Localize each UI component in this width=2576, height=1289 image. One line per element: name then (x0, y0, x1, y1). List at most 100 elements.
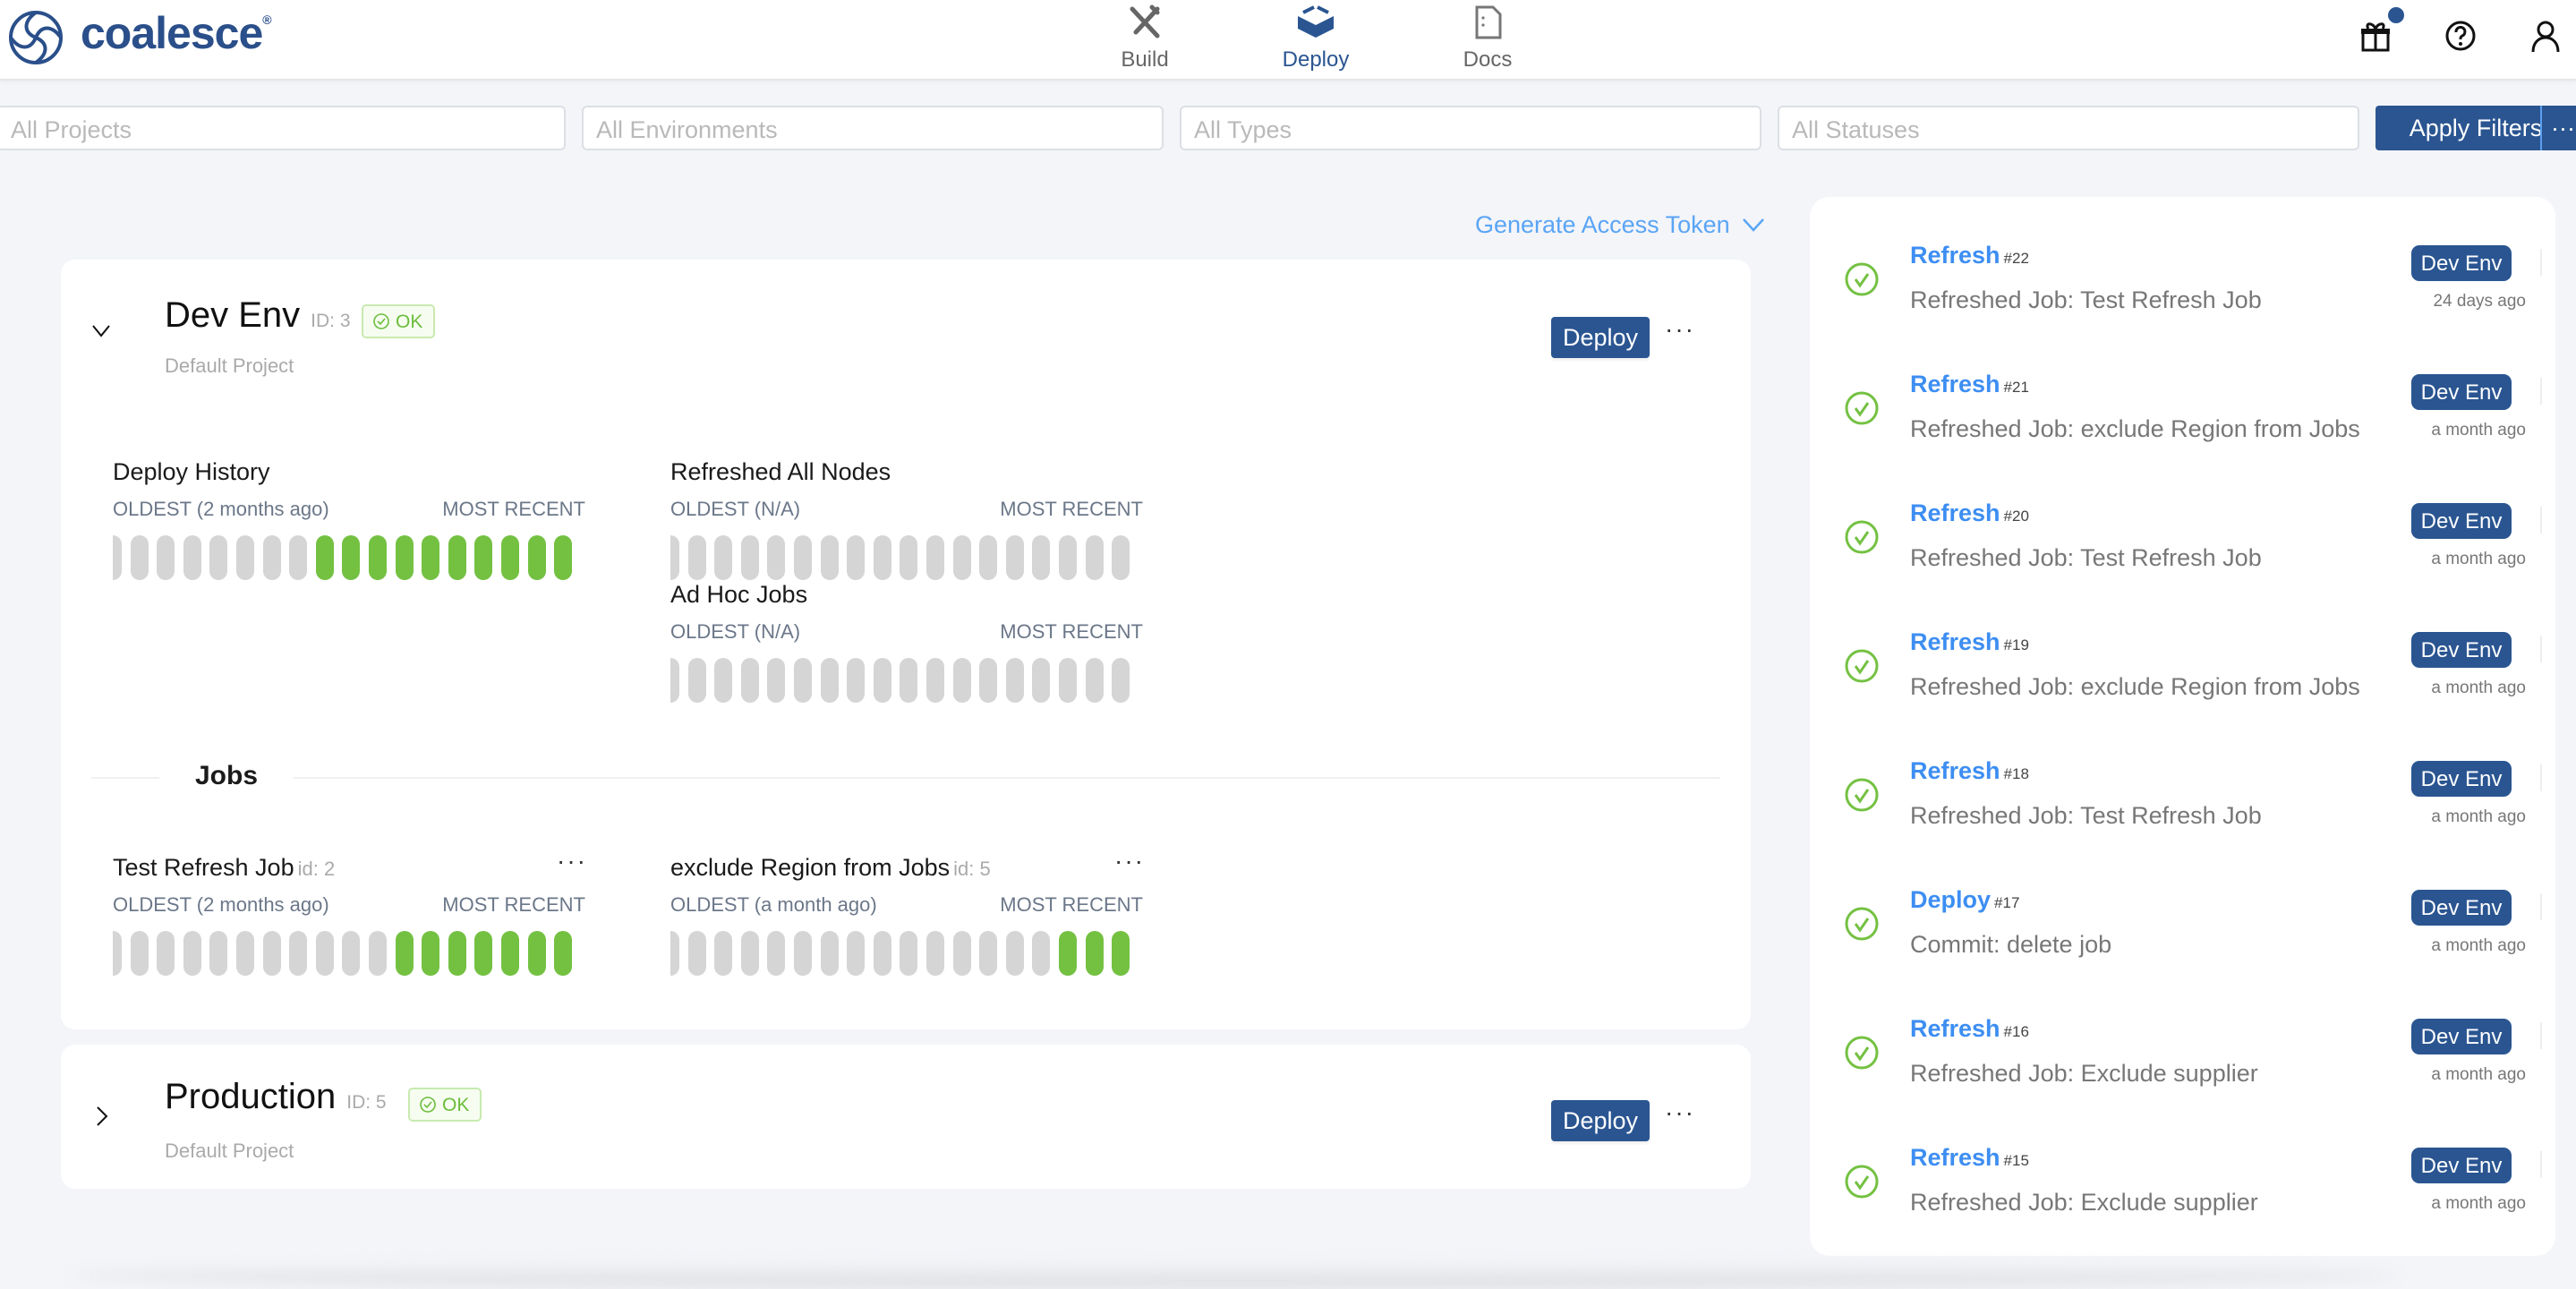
history-bar-none[interactable] (714, 658, 733, 703)
history-bar-success[interactable] (369, 535, 387, 580)
history-bar-success[interactable] (554, 931, 573, 976)
job-options-button[interactable]: ··· (557, 849, 587, 874)
history-bar-none[interactable] (740, 535, 759, 580)
history-bar-none[interactable] (873, 931, 891, 976)
history-bar-none[interactable] (820, 931, 839, 976)
history-bar-none[interactable] (926, 535, 944, 580)
history-bar-success[interactable] (501, 931, 519, 976)
apply-filters-button[interactable]: Apply Filters ··· (2376, 106, 2576, 150)
generate-access-token-button[interactable]: Generate Access Token (1475, 211, 1765, 239)
history-bar-none[interactable] (1005, 535, 1024, 580)
activity-item[interactable]: Refresh #22 Refreshed Job: Test Refresh J… (1810, 204, 2555, 333)
history-bar-none[interactable] (847, 658, 866, 703)
nav-docs[interactable]: Docs (1434, 4, 1541, 73)
activity-title[interactable]: Deploy #17 (1910, 886, 2019, 914)
history-bar-none[interactable] (209, 535, 228, 580)
activity-item[interactable]: Refresh #16 Refreshed Job: Exclude suppli… (1810, 977, 2555, 1106)
history-bar-none[interactable] (740, 658, 759, 703)
history-bar-none[interactable] (670, 535, 679, 580)
history-bar-none[interactable] (1112, 658, 1130, 703)
help-icon[interactable] (2443, 18, 2478, 54)
history-bar-success[interactable] (342, 535, 361, 580)
activity-item[interactable]: Refresh #18 Refreshed Job: Test Refresh J… (1810, 720, 2555, 849)
history-bar-none[interactable] (1085, 535, 1104, 580)
activity-title[interactable]: Refresh #18 (1910, 757, 2029, 785)
history-bar-none[interactable] (113, 931, 122, 976)
history-bar-none[interactable] (767, 931, 786, 976)
chevron-right-icon[interactable] (95, 1105, 109, 1127)
history-bar-none[interactable] (687, 931, 706, 976)
history-bar-none[interactable] (183, 535, 201, 580)
history-bar-success[interactable] (474, 931, 493, 976)
deploy-button[interactable]: Deploy (1551, 317, 1650, 358)
history-bar-none[interactable] (952, 658, 971, 703)
history-bar-none[interactable] (1005, 658, 1024, 703)
history-bar-none[interactable] (157, 931, 175, 976)
history-bar-success[interactable] (554, 535, 573, 580)
history-bar-none[interactable] (113, 535, 122, 580)
history-bar-success[interactable] (1059, 931, 1077, 976)
activity-item[interactable]: Refresh #21 Refreshed Job: exclude Region… (1810, 333, 2555, 462)
activity-title[interactable]: Refresh #16 (1910, 1015, 2029, 1043)
history-bar-none[interactable] (289, 931, 308, 976)
deploy-button[interactable]: Deploy (1551, 1100, 1650, 1141)
job-options-button[interactable]: ··· (1114, 849, 1145, 874)
projects-filter[interactable]: All Projects (0, 106, 566, 150)
history-bar-none[interactable] (369, 931, 387, 976)
statuses-filter[interactable]: All Statuses (1778, 106, 2359, 150)
activity-title[interactable]: Refresh #22 (1910, 242, 2029, 269)
history-bar-none[interactable] (209, 931, 228, 976)
chevron-down-icon[interactable] (91, 324, 111, 338)
history-bar-none[interactable] (847, 931, 866, 976)
history-bar-none[interactable] (740, 931, 759, 976)
history-bar-none[interactable] (1059, 658, 1077, 703)
history-bar-none[interactable] (820, 658, 839, 703)
history-bar-none[interactable] (1085, 658, 1104, 703)
history-bar-success[interactable] (1085, 931, 1104, 976)
history-bar-none[interactable] (1032, 658, 1051, 703)
history-bar-success[interactable] (527, 931, 546, 976)
history-bar-none[interactable] (236, 931, 254, 976)
activity-title[interactable]: Refresh #20 (1910, 499, 2029, 527)
history-bar-success[interactable] (527, 535, 546, 580)
history-bar-none[interactable] (900, 535, 918, 580)
history-bar-none[interactable] (1059, 535, 1077, 580)
history-bar-none[interactable] (262, 931, 281, 976)
history-bar-none[interactable] (952, 535, 971, 580)
history-bar-none[interactable] (670, 658, 679, 703)
history-bar-success[interactable] (501, 535, 519, 580)
history-bar-none[interactable] (794, 931, 812, 976)
more-options-button[interactable]: ··· (1665, 317, 1695, 342)
history-bar-none[interactable] (670, 931, 679, 976)
history-bar-none[interactable] (926, 931, 944, 976)
activity-title[interactable]: Refresh #19 (1910, 628, 2029, 656)
history-bar-none[interactable] (873, 658, 891, 703)
history-bar-none[interactable] (979, 658, 998, 703)
environments-filter[interactable]: All Environments (582, 106, 1164, 150)
history-bar-none[interactable] (714, 535, 733, 580)
history-bar-none[interactable] (952, 931, 971, 976)
history-bar-none[interactable] (236, 535, 254, 580)
gift-icon[interactable] (2358, 18, 2393, 54)
history-bar-none[interactable] (183, 931, 201, 976)
history-bar-none[interactable] (315, 931, 334, 976)
history-bar-none[interactable] (900, 658, 918, 703)
history-bar-none[interactable] (342, 931, 361, 976)
history-bar-none[interactable] (847, 535, 866, 580)
nav-build[interactable]: Build (1091, 4, 1198, 73)
history-bar-none[interactable] (794, 658, 812, 703)
history-bar-none[interactable] (820, 535, 839, 580)
activity-item[interactable]: Refresh #20 Refreshed Job: Test Refresh J… (1810, 462, 2555, 591)
history-bar-none[interactable] (1112, 535, 1130, 580)
history-bar-none[interactable] (687, 658, 706, 703)
history-bar-success[interactable] (422, 535, 440, 580)
activity-title[interactable]: Refresh #21 (1910, 371, 2029, 398)
history-bar-none[interactable] (926, 658, 944, 703)
history-bar-success[interactable] (422, 931, 440, 976)
activity-item[interactable]: Deploy #17 Commit: delete job Dev Env a m… (1810, 849, 2555, 977)
history-bar-none[interactable] (873, 535, 891, 580)
history-bar-none[interactable] (687, 535, 706, 580)
activity-title[interactable]: Refresh #15 (1910, 1144, 2029, 1172)
types-filter[interactable]: All Types (1180, 106, 1761, 150)
history-bar-none[interactable] (262, 535, 281, 580)
